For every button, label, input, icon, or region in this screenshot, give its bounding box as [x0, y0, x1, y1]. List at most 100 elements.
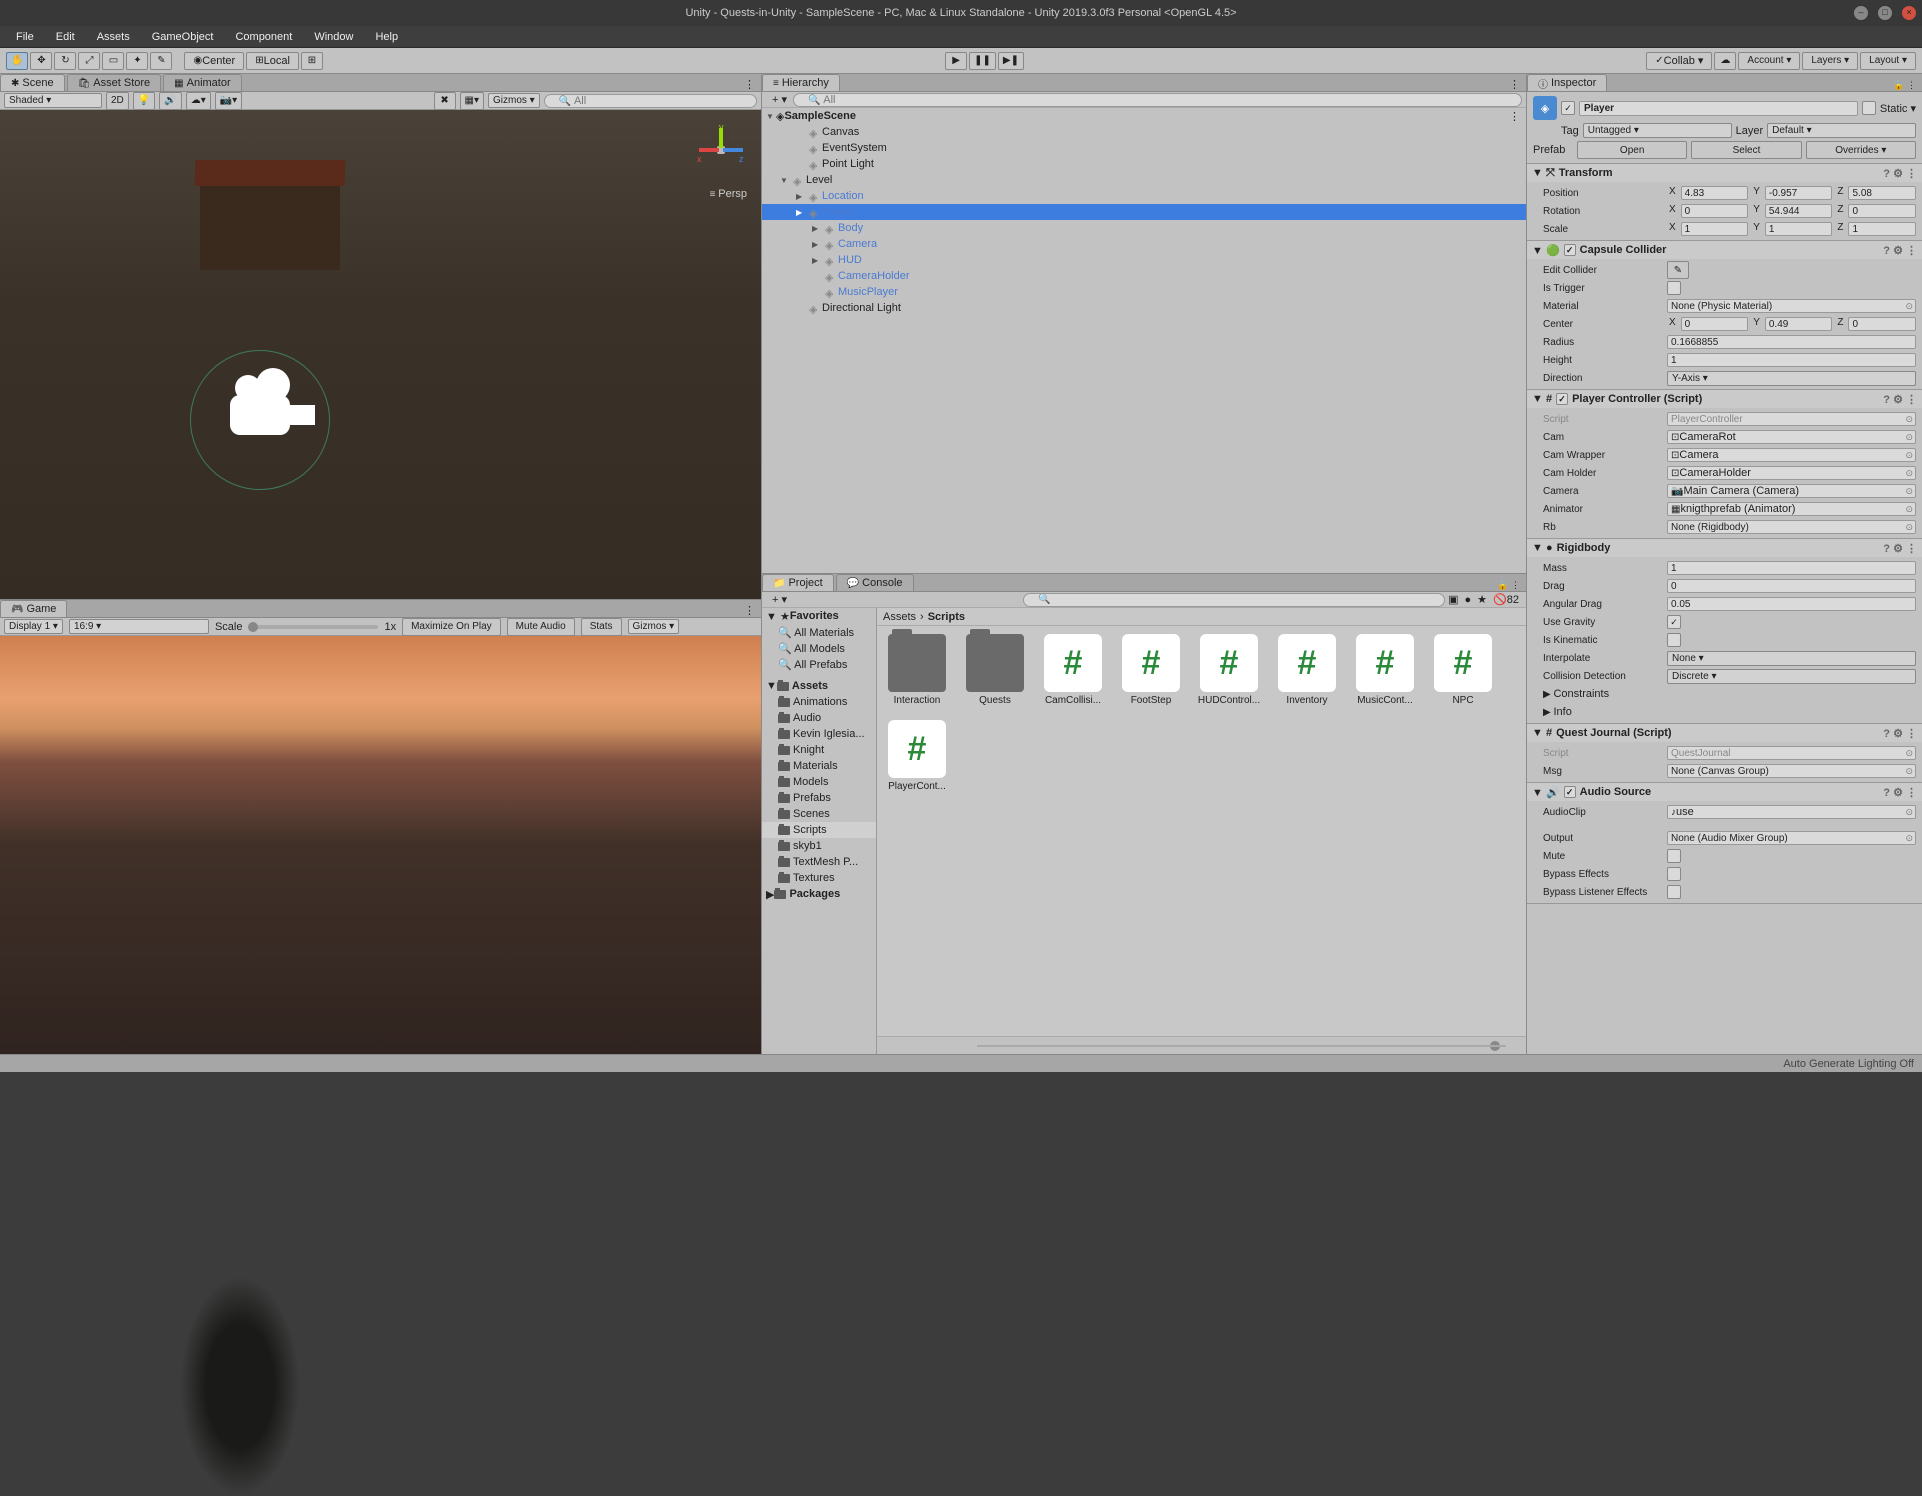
play-button[interactable]: ▶ — [945, 52, 967, 70]
scl-y[interactable]: 1 — [1765, 222, 1833, 236]
audio-bypass-listener[interactable] — [1667, 885, 1681, 899]
favorites-header[interactable]: ▼ ★ Favorites — [762, 608, 876, 624]
pos-x[interactable]: 4.83 — [1681, 186, 1749, 200]
hierarchy-item[interactable]: MusicPlayer — [762, 284, 1526, 300]
folder-item[interactable]: 🔍 All Materials — [762, 624, 876, 640]
project-breadcrumb[interactable]: Assets › Scripts — [877, 608, 1526, 626]
rb-interp[interactable]: None ▾ — [1667, 651, 1916, 666]
project-item[interactable]: #Inventory — [1275, 634, 1339, 706]
orientation-gizmo[interactable]: y x z — [691, 120, 751, 180]
panel-menu-icon[interactable]: ⋮ — [738, 78, 761, 91]
rigidbody-header[interactable]: ▼ ● Rigidbody? ⚙ ⋮ — [1527, 539, 1922, 557]
folder-item[interactable]: Models — [762, 774, 876, 790]
audiosource-header[interactable]: ▼ 🔊 ✓ Audio Source? ⚙ ⋮ — [1527, 783, 1922, 801]
rot-z[interactable]: 0 — [1848, 204, 1916, 218]
pc-rb[interactable]: None (Rigidbody) — [1667, 520, 1916, 534]
layers-dropdown[interactable]: Layers ▾ — [1802, 52, 1858, 70]
pause-button[interactable]: ❚❚ — [969, 52, 996, 70]
rot-x[interactable]: 0 — [1681, 204, 1749, 218]
cc-y[interactable]: 0.49 — [1765, 317, 1833, 331]
tab-console[interactable]: 💬 Console — [836, 574, 914, 591]
menu-file[interactable]: File — [6, 29, 44, 45]
project-item[interactable]: #HUDControl... — [1197, 634, 1261, 706]
project-item[interactable]: #FootStep — [1119, 634, 1183, 706]
tab-animator[interactable]: ▦ Animator — [163, 74, 241, 91]
scene-light-icon[interactable]: 💡 — [133, 92, 155, 110]
qj-msg[interactable]: None (Canvas Group) — [1667, 764, 1916, 778]
project-item[interactable]: #MusicCont... — [1353, 634, 1417, 706]
project-item[interactable]: #NPC — [1431, 634, 1495, 706]
persp-label[interactable]: ≡ Persp — [710, 188, 747, 200]
tool-move[interactable]: ✥ — [30, 52, 52, 70]
hierarchy-item[interactable]: ▶Location — [762, 188, 1526, 204]
hierarchy-item[interactable]: Point Light — [762, 156, 1526, 172]
tab-game[interactable]: 🎮 Game — [0, 600, 67, 617]
tool-transform[interactable]: ✦ — [126, 52, 148, 70]
scene-search[interactable]: 🔍 All — [544, 94, 757, 108]
tab-hierarchy[interactable]: ≡ Hierarchy — [762, 74, 840, 91]
scale-slider[interactable] — [248, 625, 378, 629]
prefab-open[interactable]: Open — [1577, 141, 1687, 159]
rb-mass[interactable]: 1 — [1667, 561, 1916, 575]
tag-dropdown[interactable]: Untagged ▾ — [1583, 123, 1732, 138]
menu-help[interactable]: Help — [365, 29, 408, 45]
packages-header[interactable]: ▶ Packages — [762, 886, 876, 902]
scene-grid-icon[interactable]: ▦▾ — [460, 92, 484, 110]
folder-item[interactable]: Prefabs — [762, 790, 876, 806]
folder-item[interactable]: Audio — [762, 710, 876, 726]
capsule-header[interactable]: ▼ 🟢 ✓ Capsule Collider? ⚙ ⋮ — [1527, 241, 1922, 259]
game-viewport[interactable] — [0, 636, 761, 1054]
cc-z[interactable]: 0 — [1848, 317, 1916, 331]
game-gizmos[interactable]: Gizmos ▾ — [628, 619, 680, 634]
rb-kin[interactable] — [1667, 633, 1681, 647]
project-folders[interactable]: ▼ ★ Favorites🔍 All Materials🔍 All Models… — [762, 608, 877, 1054]
pivot-local[interactable]: ⊞ Local — [246, 52, 299, 70]
rb-grav[interactable]: ✓ — [1667, 615, 1681, 629]
pc-anim[interactable]: ▦ knigthprefab (Animator) — [1667, 502, 1916, 516]
panel-lock-icon[interactable]: 🔒 ⋮ — [1491, 580, 1526, 591]
thumbnail-slider[interactable] — [877, 1036, 1526, 1054]
hierarchy-search[interactable]: 🔍 All — [793, 93, 1522, 107]
menu-component[interactable]: Component — [225, 29, 302, 45]
transform-header[interactable]: ▼ ⤧ Transform? ⚙ ⋮ — [1527, 164, 1922, 182]
prefab-select[interactable]: Select — [1691, 141, 1801, 159]
object-name-field[interactable]: Player — [1579, 101, 1858, 116]
star-icon[interactable]: ★ — [1474, 593, 1490, 606]
folder-item[interactable]: Textures — [762, 870, 876, 886]
project-items[interactable]: InteractionQuests#CamCollisi...#FootStep… — [877, 626, 1526, 1036]
playercontroller-header[interactable]: ▼ # ✓ Player Controller (Script)? ⚙ ⋮ — [1527, 390, 1922, 408]
tab-inspector[interactable]: ⓘ Inspector — [1527, 74, 1607, 91]
hierarchy-item[interactable]: CameraHolder — [762, 268, 1526, 284]
tool-rotate[interactable]: ↻ — [54, 52, 76, 70]
pc-holder[interactable]: ⊡ CameraHolder — [1667, 466, 1916, 480]
rb-coll[interactable]: Discrete ▾ — [1667, 669, 1916, 684]
cloud-button[interactable]: ☁ — [1714, 52, 1736, 70]
tool-rect[interactable]: ▭ — [102, 52, 124, 70]
project-item[interactable]: Quests — [963, 634, 1027, 706]
rot-y[interactable]: 54.944 — [1765, 204, 1833, 218]
inspector-lock-icon[interactable]: 🔒 ⋮ — [1887, 80, 1922, 91]
tool-custom[interactable]: ✎ — [150, 52, 172, 70]
panel-menu-icon[interactable]: ⋮ — [1503, 78, 1526, 91]
create-menu[interactable]: + ▾ — [766, 93, 793, 106]
scl-x[interactable]: 1 — [1681, 222, 1749, 236]
filter-icon[interactable]: ▣ — [1445, 593, 1461, 606]
audio-clip[interactable]: ♪ use — [1667, 805, 1916, 819]
folder-item[interactable]: 🔍 All Models — [762, 640, 876, 656]
display-dropdown[interactable]: Display 1 ▾ — [4, 619, 63, 634]
assets-header[interactable]: ▼ Assets — [762, 678, 876, 694]
hierarchy-item[interactable]: EventSystem — [762, 140, 1526, 156]
scene-viewport[interactable]: y x z ≡ Persp — [0, 110, 761, 599]
audio-mute[interactable] — [1667, 849, 1681, 863]
collab-dropdown[interactable]: ✓ Collab ▾ — [1646, 52, 1712, 70]
folder-item[interactable]: Kevin Iglesia... — [762, 726, 876, 742]
edit-collider-button[interactable]: ✎ — [1667, 261, 1689, 279]
hierarchy-item[interactable]: ▼Level — [762, 172, 1526, 188]
hierarchy-item[interactable]: ▶Body — [762, 220, 1526, 236]
scene-fx-icon[interactable]: ☁▾ — [186, 92, 211, 110]
cc-height[interactable]: 1 — [1667, 353, 1916, 367]
folder-item[interactable]: skyb1 — [762, 838, 876, 854]
folder-item[interactable]: Materials — [762, 758, 876, 774]
hierarchy-item[interactable]: ▶HUD — [762, 252, 1526, 268]
static-label[interactable]: Static ▾ — [1880, 102, 1916, 115]
